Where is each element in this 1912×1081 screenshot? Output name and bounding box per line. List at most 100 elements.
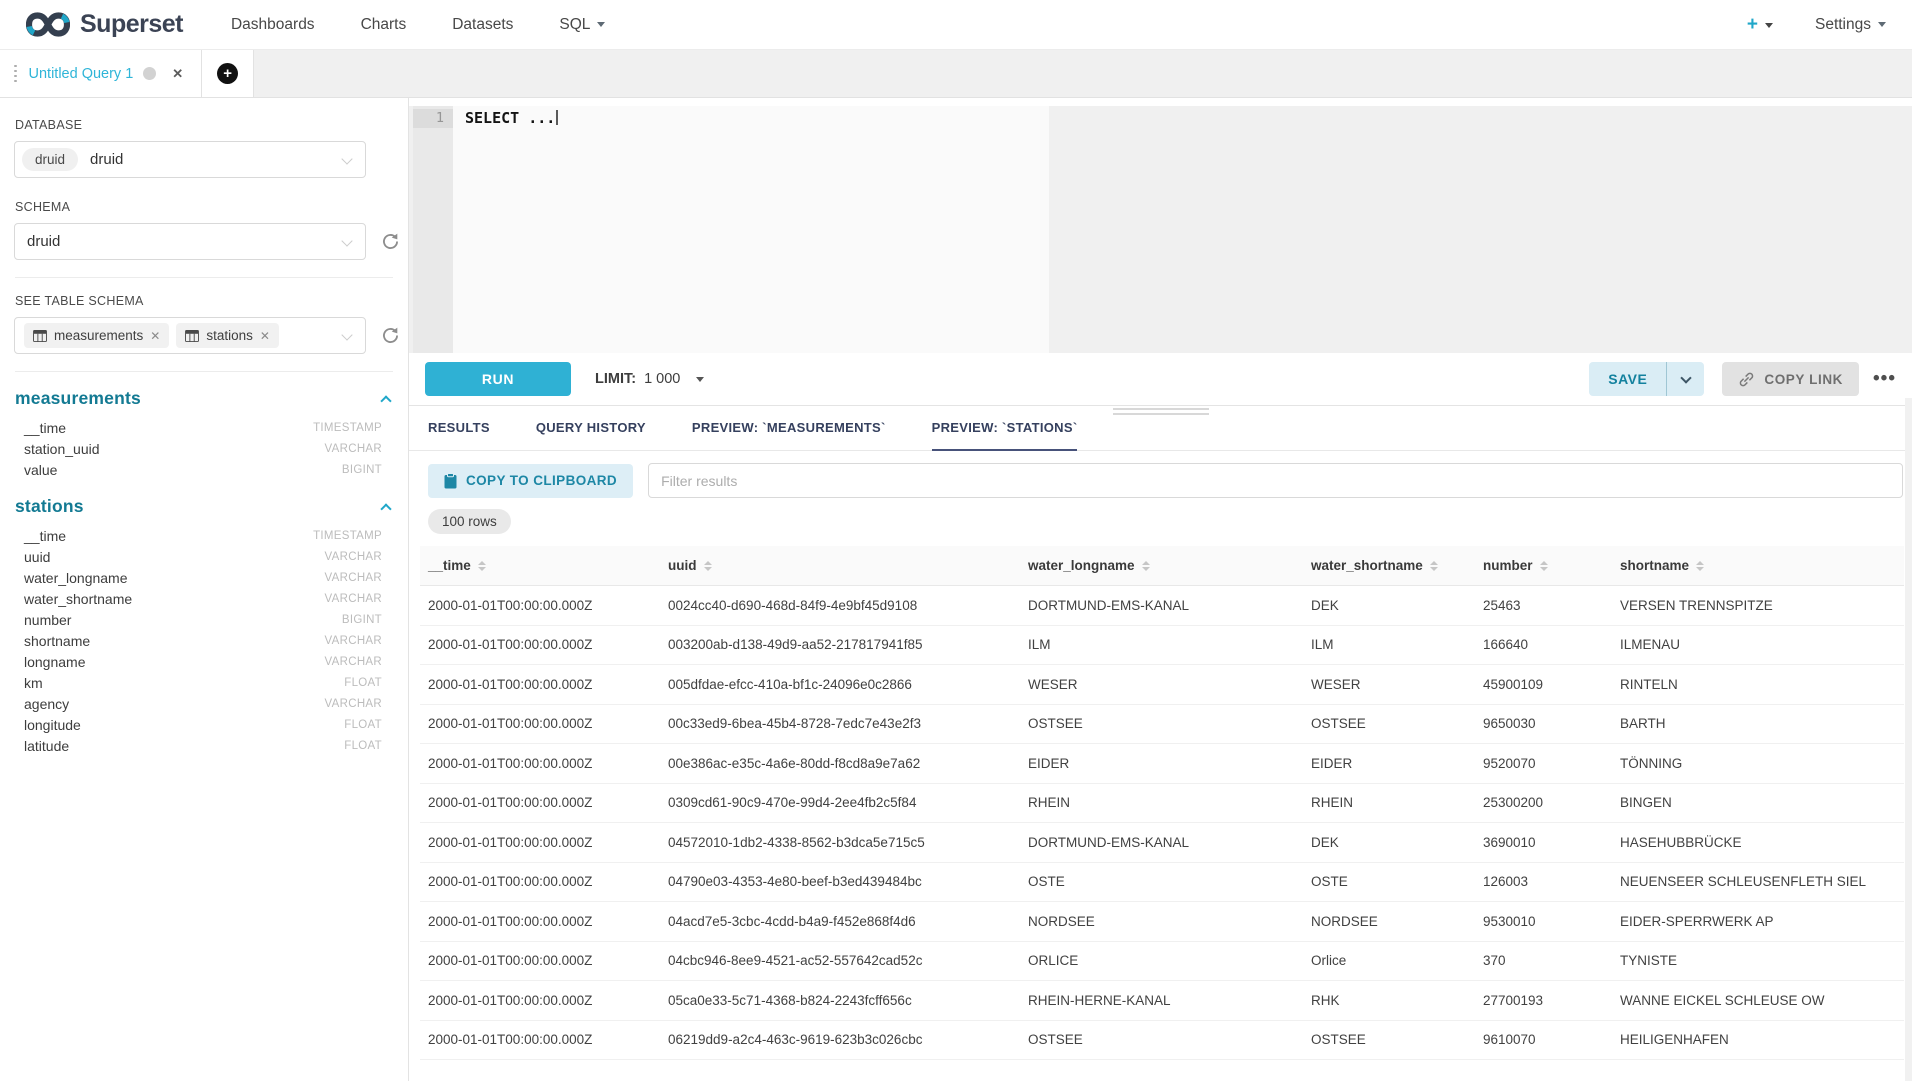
- chevron-down-icon: [341, 153, 352, 164]
- header-cell-shortname[interactable]: shortname: [1612, 546, 1904, 585]
- schema-table-header-stations[interactable]: stations: [14, 496, 394, 517]
- table-cell: OSTE: [1303, 874, 1475, 889]
- copy-link-button[interactable]: COPY LINK: [1722, 362, 1859, 396]
- line-number: 1: [413, 109, 453, 128]
- column-row: latitudeFLOAT: [14, 735, 394, 756]
- query-tabbar: Untitled Query 1 ✕ +: [0, 50, 1912, 98]
- limit-control[interactable]: LIMIT: 1 000: [595, 371, 704, 387]
- column-type: VARCHAR: [325, 593, 382, 605]
- run-button[interactable]: RUN: [425, 362, 571, 396]
- table-cell: EIDER: [1020, 756, 1303, 771]
- plus-icon: +: [1747, 14, 1758, 35]
- sort-icon[interactable]: [1540, 561, 1548, 571]
- brand-name: Superset: [80, 10, 183, 39]
- nav-item-sql[interactable]: SQL: [559, 16, 605, 34]
- nav-item-dashboards[interactable]: Dashboards: [231, 16, 315, 34]
- chevron-down-icon: [1765, 23, 1773, 28]
- tab-preview-stations[interactable]: PREVIEW: `STATIONS`: [932, 406, 1078, 451]
- table-schema-select[interactable]: measurements✕ stations✕: [14, 317, 366, 354]
- brand[interactable]: Superset: [26, 10, 183, 39]
- limit-value: 1 000: [644, 371, 680, 387]
- schema-refresh-button[interactable]: [380, 230, 401, 254]
- editor-toolbar: RUN LIMIT: 1 000 SAVE: [409, 353, 1912, 405]
- table-icon: [33, 330, 47, 342]
- sort-icon[interactable]: [1696, 561, 1704, 571]
- table-cell: RINTELN: [1612, 677, 1904, 692]
- results-scrollbar[interactable]: [1905, 398, 1912, 1081]
- sort-icon[interactable]: [704, 561, 712, 571]
- table-row: 2000-01-01T00:00:00.000Z04cbc946-8ee9-45…: [420, 942, 1904, 982]
- sidebar: DATABASE druid druid SCHEMA druid: [0, 98, 409, 1081]
- table-cell: WESER: [1020, 677, 1303, 692]
- table-chip-measurements[interactable]: measurements✕: [24, 323, 169, 348]
- chip-remove-icon[interactable]: ✕: [260, 329, 270, 343]
- settings-label: Settings: [1815, 16, 1871, 33]
- filter-results-input[interactable]: [648, 463, 1903, 498]
- header-cell-number[interactable]: number: [1475, 546, 1612, 585]
- table-chip-stations[interactable]: stations✕: [176, 323, 279, 348]
- sort-icon[interactable]: [1142, 561, 1150, 571]
- table-cell: ILMENAU: [1612, 637, 1904, 652]
- sort-icon[interactable]: [478, 561, 486, 571]
- table-cell: 06219dd9-a2c4-463c-9619-623b3c026cbc: [660, 1032, 1020, 1047]
- chip-remove-icon[interactable]: ✕: [150, 329, 160, 343]
- query-status-dot: [143, 67, 156, 80]
- header-cell-__time[interactable]: __time: [420, 546, 660, 585]
- save-dropdown-button[interactable]: [1666, 362, 1704, 396]
- results-controls: COPY TO CLIPBOARD: [409, 451, 1912, 498]
- table-schema-refresh-button[interactable]: [380, 324, 401, 348]
- database-label: DATABASE: [15, 118, 394, 132]
- nav-item-charts[interactable]: Charts: [361, 16, 407, 34]
- chevron-down-icon: [341, 329, 352, 340]
- close-tab-icon[interactable]: ✕: [172, 66, 183, 82]
- editor-cursor: [556, 110, 558, 125]
- table-name: measurements: [15, 388, 141, 409]
- column-row: kmFLOAT: [14, 672, 394, 693]
- nav-item-datasets[interactable]: Datasets: [452, 16, 513, 34]
- editor-text-area[interactable]: 1 SELECT ...: [413, 106, 1049, 353]
- chevron-down-icon: [1680, 372, 1691, 383]
- tab-preview-measurements[interactable]: PREVIEW: `MEASUREMENTS`: [692, 406, 886, 451]
- copy-to-clipboard-button[interactable]: COPY TO CLIPBOARD: [428, 464, 633, 498]
- drag-handle[interactable]: [1113, 408, 1209, 415]
- table-cell: OSTSEE: [1020, 1032, 1303, 1047]
- table-cell: 0024cc40-d690-468d-84f9-4e9bf45d9108: [660, 598, 1020, 613]
- column-type: FLOAT: [344, 740, 382, 752]
- column-row: longnameVARCHAR: [14, 651, 394, 672]
- new-tab-button[interactable]: +: [202, 50, 254, 97]
- save-button[interactable]: SAVE: [1589, 362, 1666, 396]
- header-label: number: [1483, 558, 1533, 573]
- copy-link-label: COPY LINK: [1764, 372, 1843, 387]
- column-row: longitudeFLOAT: [14, 714, 394, 735]
- query-tab[interactable]: Untitled Query 1 ✕: [0, 50, 202, 97]
- divider: [15, 277, 393, 278]
- table-cell: HASEHUBBRÜCKE: [1612, 835, 1904, 850]
- settings-menu[interactable]: Settings: [1815, 16, 1886, 34]
- sort-icon[interactable]: [1430, 561, 1438, 571]
- table-cell: WANNE EICKEL SCHLEUSE OW: [1612, 993, 1904, 1008]
- pane-divider: [409, 405, 1912, 406]
- schema-select[interactable]: druid: [14, 223, 366, 260]
- column-name: water_shortname: [24, 591, 132, 607]
- database-select[interactable]: druid druid: [14, 141, 366, 178]
- table-cell: EIDER-SPERRWERK AP: [1612, 914, 1904, 929]
- table-cell: 25300200: [1475, 795, 1612, 810]
- tab-query-history[interactable]: QUERY HISTORY: [536, 406, 646, 451]
- clipboard-icon: [444, 473, 457, 489]
- tab-drag-handle-icon[interactable]: [14, 65, 17, 83]
- table-name: stations: [15, 496, 84, 517]
- table-cell: EIDER: [1303, 756, 1475, 771]
- database-tag: druid: [22, 148, 78, 171]
- header-cell-uuid[interactable]: uuid: [660, 546, 1020, 585]
- table-cell: BINGEN: [1612, 795, 1904, 810]
- sql-editor[interactable]: 1 SELECT ...: [409, 106, 1912, 353]
- header-cell-water_shortname[interactable]: water_shortname: [1303, 546, 1475, 585]
- divider: [15, 371, 393, 372]
- table-row: 2000-01-01T00:00:00.000Z05ca0e33-5c71-43…: [420, 981, 1904, 1021]
- tab-results[interactable]: RESULTS: [428, 406, 490, 451]
- column-name: longname: [24, 654, 86, 670]
- header-cell-water_longname[interactable]: water_longname: [1020, 546, 1303, 585]
- schema-table-header-measurements[interactable]: measurements: [14, 388, 394, 409]
- new-item-menu[interactable]: +: [1747, 14, 1773, 36]
- more-options-button[interactable]: •••: [1873, 374, 1896, 384]
